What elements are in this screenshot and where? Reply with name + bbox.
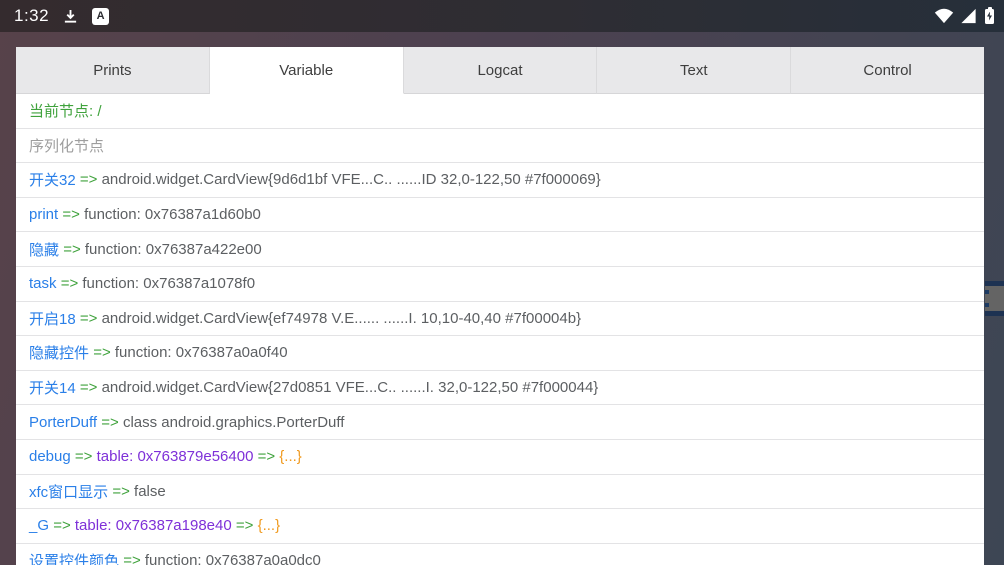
row-segment-table: table: 0x76387a198e40	[75, 517, 232, 534]
row-segment-arrow: =>	[93, 344, 111, 361]
row-segment-value: function: 0x76387a1078f0	[82, 275, 255, 292]
row-segment-value: function: 0x76387a0a0dc0	[145, 552, 321, 565]
variable-row[interactable]: task => function: 0x76387a1078f0	[16, 267, 984, 302]
row-segment-muted: 序列化节点	[29, 135, 104, 156]
variable-row[interactable]: 当前节点: /	[16, 94, 984, 129]
floating-handle[interactable]	[985, 281, 1004, 316]
variable-row[interactable]: 开关32 => android.widget.CardView{9d6d1bf …	[16, 163, 984, 198]
row-segment-value: function: 0x76387a0a0f40	[115, 344, 288, 361]
status-bar-left: 1:32 A	[14, 6, 109, 26]
variable-row[interactable]: 开关14 => android.widget.CardView{27d0851 …	[16, 371, 984, 406]
row-segment-key: _G	[29, 517, 49, 534]
tab-control[interactable]: Control	[791, 47, 984, 94]
row-segment-arrow: =>	[236, 517, 254, 534]
variable-panel: PrintsVariableLogcatTextControl 当前节点: / 序…	[16, 47, 984, 565]
row-segment-table: table: 0x763879e56400	[97, 448, 254, 465]
variable-row[interactable]: _G => table: 0x76387a198e40 => {...}	[16, 509, 984, 544]
variable-list: 当前节点: / 序列化节点开关32 => android.widget.CardV…	[16, 94, 984, 565]
row-segment-value: class android.graphics.PorterDuff	[123, 414, 345, 431]
row-segment-value: function: 0x76387a1d60b0	[84, 206, 261, 223]
row-segment-value: android.widget.CardView{ef74978 V.E.....…	[102, 310, 582, 327]
app-notification-icon: A	[92, 8, 109, 25]
row-segment-arrow: =>	[101, 414, 119, 431]
row-segment-arrow: =>	[112, 483, 130, 500]
row-segment-key: xfc窗口显示	[29, 481, 108, 502]
wifi-icon	[934, 8, 954, 24]
tab-text[interactable]: Text	[597, 47, 791, 94]
variable-row[interactable]: 隐藏控件 => function: 0x76387a0a0f40	[16, 336, 984, 371]
row-segment-key: task	[29, 275, 57, 292]
row-segment-key: debug	[29, 448, 71, 465]
row-segment-key: 开启18	[29, 308, 76, 329]
row-segment-braces: {...}	[258, 517, 281, 534]
variable-row[interactable]: PorterDuff => class android.graphics.Por…	[16, 405, 984, 440]
row-segment-arrow: =>	[53, 517, 71, 534]
row-segment-value: function: 0x76387a422e00	[85, 241, 262, 258]
row-segment-arrow: =>	[61, 275, 79, 292]
tab-variable[interactable]: Variable	[210, 47, 404, 94]
variable-row[interactable]: 设置控件颜色 => function: 0x76387a0a0dc0	[16, 544, 984, 565]
row-segment-braces: {...}	[279, 448, 302, 465]
variable-row[interactable]: 序列化节点	[16, 129, 984, 164]
variable-row[interactable]: print => function: 0x76387a1d60b0	[16, 198, 984, 233]
status-time: 1:32	[14, 6, 49, 26]
row-segment-value: false	[134, 483, 166, 500]
row-segment-arrow: =>	[258, 448, 276, 465]
floating-handle-bottom-bar	[985, 311, 1004, 316]
row-segment-key: 隐藏	[29, 239, 59, 260]
row-segment-key: 设置控件颜色	[29, 550, 119, 565]
row-segment-key: 开关14	[29, 377, 76, 398]
row-segment-key: PorterDuff	[29, 414, 97, 431]
signal-icon	[960, 8, 977, 24]
row-segment-value: android.widget.CardView{27d0851 VFE...C.…	[102, 379, 599, 396]
row-segment-value: android.widget.CardView{9d6d1bf VFE...C.…	[102, 171, 601, 188]
row-segment-green: 当前节点: /	[29, 100, 102, 121]
row-segment-arrow: =>	[80, 171, 98, 188]
tab-bar: PrintsVariableLogcatTextControl	[16, 47, 984, 94]
row-segment-arrow: =>	[80, 379, 98, 396]
row-segment-arrow: =>	[123, 552, 141, 565]
tab-logcat[interactable]: Logcat	[404, 47, 598, 94]
tab-prints[interactable]: Prints	[16, 47, 210, 94]
row-segment-key: 开关32	[29, 169, 76, 190]
variable-row[interactable]: xfc窗口显示 => false	[16, 475, 984, 510]
variable-row[interactable]: 开启18 => android.widget.CardView{ef74978 …	[16, 302, 984, 337]
variable-row[interactable]: debug => table: 0x763879e56400 => {...}	[16, 440, 984, 475]
status-bar-right	[934, 8, 994, 24]
row-segment-arrow: =>	[62, 206, 80, 223]
row-segment-arrow: =>	[63, 241, 81, 258]
battery-charging-icon	[985, 9, 994, 24]
floating-handle-grip	[985, 286, 1004, 311]
row-segment-arrow: =>	[75, 448, 93, 465]
download-icon	[63, 9, 78, 24]
row-segment-arrow: =>	[80, 310, 98, 327]
status-bar: 1:32 A	[0, 0, 1004, 32]
variable-row[interactable]: 隐藏 => function: 0x76387a422e00	[16, 232, 984, 267]
row-segment-key: print	[29, 206, 58, 223]
row-segment-key: 隐藏控件	[29, 342, 89, 363]
